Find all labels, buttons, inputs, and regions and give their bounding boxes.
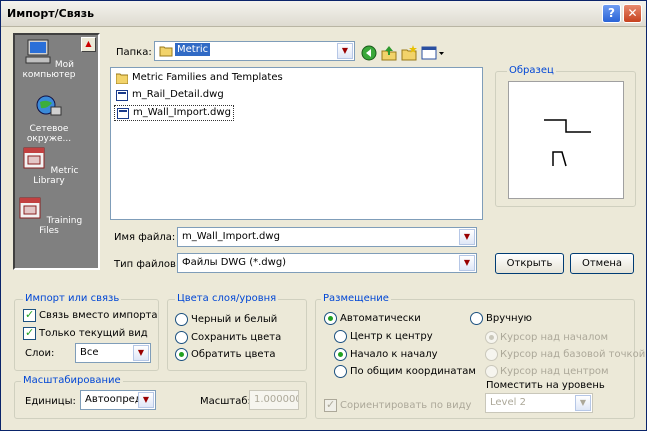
automatic-radio[interactable]	[324, 312, 337, 325]
level-value: Level 2	[490, 397, 526, 408]
filetype-label: Тип файлов:	[114, 259, 180, 270]
places-scroll-up-icon[interactable]: ▲	[81, 37, 96, 52]
cursor-base-point-radio[interactable]	[485, 348, 498, 361]
cursor-center-label: Курсор над центром	[500, 366, 609, 377]
folder-value: Metric	[175, 43, 211, 56]
chevron-down-icon[interactable]: ▼	[459, 229, 475, 245]
filename-value: m_Wall_Import.dwg	[182, 231, 280, 242]
scaling-title: Масштабирование	[21, 375, 123, 386]
invert-colors-label: Обратить цвета	[191, 349, 276, 360]
scale-value: 1.000000	[254, 394, 299, 405]
folder-label: Папка:	[116, 47, 152, 58]
close-button[interactable]: ✕	[623, 4, 642, 23]
scale-label: Масштаб:	[200, 396, 251, 407]
units-select[interactable]: Автоопреде ▼	[80, 390, 156, 410]
current-view-only-label: Только текущий вид	[39, 328, 148, 339]
shared-coordinates-label: По общим координатам	[350, 366, 476, 377]
layers-label: Слои:	[25, 348, 55, 359]
black-white-radio[interactable]	[175, 313, 188, 326]
filetype-select[interactable]: Файлы DWG (*.dwg) ▼	[177, 253, 477, 273]
filetype-value: Файлы DWG (*.dwg)	[182, 257, 287, 268]
placement-title: Размещение	[321, 293, 391, 304]
training-folder-icon	[19, 197, 41, 219]
import-link-title: Импорт или связь	[23, 293, 122, 304]
help-button[interactable]: ?	[602, 4, 621, 23]
file-name: m_Wall_Import.dwg	[133, 107, 231, 118]
center-to-center-radio[interactable]	[334, 330, 347, 343]
library-folder-icon	[23, 147, 45, 169]
network-icon	[36, 95, 62, 116]
place-my-computer[interactable]: Мой компьютер	[15, 39, 83, 80]
center-to-center-label: Центр к центру	[350, 331, 433, 342]
title-bar: Импорт/Связь ? ✕	[1, 1, 646, 27]
place-label: Training Files	[39, 216, 83, 236]
black-white-label: Черный и белый	[191, 314, 278, 325]
invert-colors-radio[interactable]	[175, 348, 188, 361]
place-label: Сетевое окруже...	[26, 124, 72, 144]
link-instead-checkbox[interactable]	[23, 308, 36, 322]
window-title: Импорт/Связь	[7, 7, 95, 20]
level-select[interactable]: Level 2 ▼	[485, 393, 593, 413]
cursor-origin-label: Курсор над началом	[500, 332, 609, 343]
layers-value: Все	[80, 347, 99, 358]
place-network[interactable]: Сетевое окруже...	[15, 93, 83, 144]
view-menu-icon[interactable]	[421, 45, 445, 61]
filename-input[interactable]: m_Wall_Import.dwg ▼	[177, 227, 477, 247]
units-label: Единицы:	[25, 396, 76, 407]
cancel-button[interactable]: Отмена	[570, 253, 634, 274]
cursor-center-radio[interactable]	[485, 365, 498, 378]
preserve-colors-radio[interactable]	[175, 331, 188, 344]
chevron-down-icon[interactable]: ▼	[133, 345, 149, 361]
manual-label: Вручную	[486, 313, 532, 324]
list-item[interactable]: m_Rail_Detail.dwg	[114, 88, 226, 104]
my-computer-icon	[25, 39, 51, 64]
cursor-origin-radio[interactable]	[485, 331, 498, 344]
preview-image	[508, 81, 624, 199]
folder-icon	[116, 73, 128, 84]
back-icon[interactable]	[361, 45, 377, 61]
chevron-down-icon[interactable]: ▼	[337, 43, 353, 59]
places-bar: ▲ Мой компьютер Сетевое окруже... Metric…	[13, 33, 100, 270]
open-button[interactable]: Открыть	[495, 253, 564, 274]
list-item[interactable]: m_Wall_Import.dwg	[114, 105, 234, 121]
orient-to-view-checkbox[interactable]	[324, 398, 337, 412]
dwg-file-icon	[117, 108, 129, 119]
orient-to-view-label: Сориентировать по виду	[340, 400, 472, 411]
place-metric-library[interactable]: Metric Library	[15, 145, 83, 186]
chevron-down-icon[interactable]: ▼	[575, 395, 591, 411]
preview-drawing	[544, 119, 591, 167]
preview-title: Образец	[507, 65, 556, 76]
level-label: Поместить на уровень	[486, 380, 605, 391]
filename-label: Имя файла:	[114, 232, 176, 243]
import-link-dialog: Импорт/Связь ? ✕ ▲ Мой компьютер Сетевое…	[0, 0, 647, 431]
new-folder-icon[interactable]	[401, 45, 417, 61]
link-instead-label: Связь вместо импорта	[39, 310, 158, 321]
layers-select[interactable]: Все ▼	[75, 343, 151, 363]
current-view-only-checkbox[interactable]	[23, 326, 36, 340]
shared-coordinates-radio[interactable]	[334, 365, 347, 378]
automatic-label: Автоматически	[340, 313, 421, 324]
cursor-base-point-label: Курсор над базовой точкой	[500, 349, 646, 360]
manual-radio[interactable]	[470, 312, 483, 325]
file-list[interactable]: Metric Families and Templates m_Rail_Det…	[110, 67, 483, 220]
list-item[interactable]: Metric Families and Templates	[114, 71, 285, 87]
file-name: Metric Families and Templates	[132, 72, 283, 83]
origin-to-origin-label: Начало к началу	[350, 349, 438, 360]
chevron-down-icon[interactable]: ▼	[138, 392, 154, 408]
layer-colors-title: Цвета слоя/уровня	[175, 293, 279, 304]
dwg-file-icon	[116, 90, 128, 101]
chevron-down-icon[interactable]: ▼	[459, 255, 475, 271]
scale-input[interactable]: 1.000000	[249, 390, 299, 410]
file-name: m_Rail_Detail.dwg	[132, 89, 224, 100]
origin-to-origin-radio[interactable]	[334, 348, 347, 361]
folder-select[interactable]: Metric ▼	[154, 41, 355, 61]
place-training-files[interactable]: Training Files	[15, 195, 83, 236]
folder-icon	[159, 46, 173, 57]
up-folder-icon[interactable]	[381, 45, 397, 61]
preserve-colors-label: Сохранить цвета	[191, 332, 282, 343]
